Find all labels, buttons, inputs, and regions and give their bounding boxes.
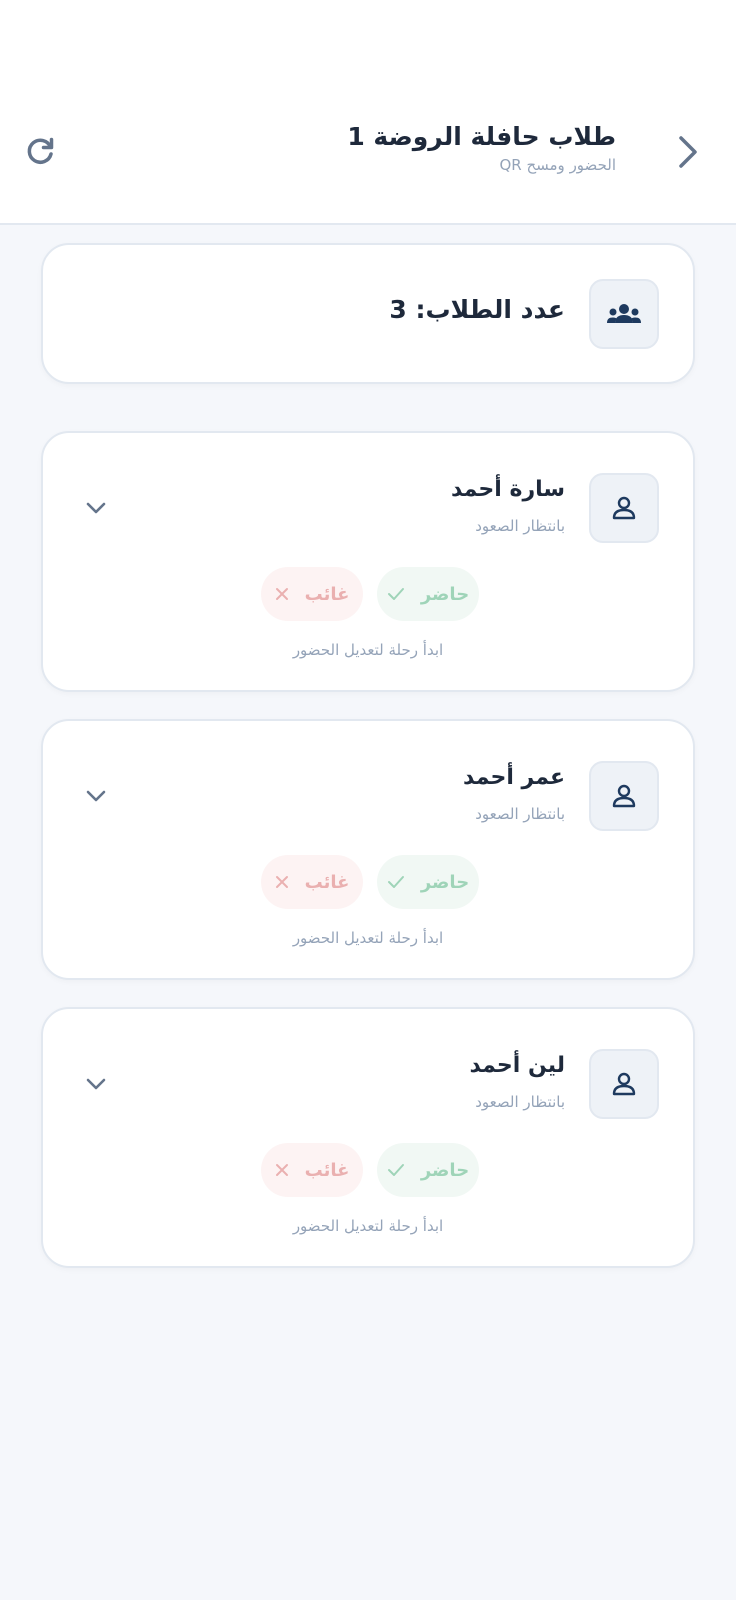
check-icon xyxy=(387,588,404,600)
attendance-hint: ابدأ رحلة لتعديل الحضور xyxy=(292,929,444,947)
user-icon xyxy=(612,1072,636,1096)
student-count-card: عدد الطلاب: 3 xyxy=(41,243,695,384)
app-header: طلاب حافلة الروضة 1 الحضور ومسح QR xyxy=(0,0,736,225)
refresh-icon xyxy=(27,137,54,164)
student-card[interactable]: سارة أحمد بانتظار الصعود حاضر غائب ابدأ … xyxy=(41,431,695,692)
close-icon xyxy=(275,1164,288,1176)
student-name: سارة أحمد xyxy=(450,477,565,502)
expand-button[interactable] xyxy=(81,781,111,811)
absent-label: غائب xyxy=(304,583,350,605)
refresh-button[interactable] xyxy=(18,128,64,174)
close-icon xyxy=(275,876,288,888)
student-status: بانتظار الصعود xyxy=(475,517,565,535)
attendance-hint: ابدأ رحلة لتعديل الحضور xyxy=(292,641,444,659)
student-name: عمر أحمد xyxy=(463,765,565,790)
chevron-right-icon xyxy=(679,136,697,168)
absent-label: غائب xyxy=(304,1159,350,1181)
header-title-group: طلاب حافلة الروضة 1 الحضور ومسح QR xyxy=(156,120,616,174)
user-icon xyxy=(612,784,636,808)
check-icon xyxy=(387,876,404,888)
mark-absent-button[interactable]: غائب xyxy=(261,855,363,909)
expand-button[interactable] xyxy=(81,1069,111,1099)
student-count-label: عدد الطلاب: 3 xyxy=(389,295,565,324)
expand-button[interactable] xyxy=(81,493,111,523)
user-icon xyxy=(612,496,636,520)
present-label: حاضر xyxy=(420,1159,470,1181)
mark-absent-button[interactable]: غائب xyxy=(261,1143,363,1197)
chevron-down-icon xyxy=(86,790,106,802)
student-avatar xyxy=(589,473,659,543)
mark-present-button[interactable]: حاضر xyxy=(377,855,479,909)
page-subtitle: الحضور ومسح QR xyxy=(499,156,616,174)
mark-absent-button[interactable]: غائب xyxy=(261,567,363,621)
student-card[interactable]: لين أحمد بانتظار الصعود حاضر غائب ابدأ ر… xyxy=(41,1007,695,1268)
close-icon xyxy=(275,588,288,600)
mark-present-button[interactable]: حاضر xyxy=(377,1143,479,1197)
student-status: بانتظار الصعود xyxy=(475,805,565,823)
absent-label: غائب xyxy=(304,871,350,893)
student-avatar xyxy=(589,1049,659,1119)
student-card[interactable]: عمر أحمد بانتظار الصعود حاضر غائب ابدأ ر… xyxy=(41,719,695,980)
present-label: حاضر xyxy=(420,871,470,893)
users-icon xyxy=(607,304,641,323)
student-name: لين أحمد xyxy=(469,1053,565,1078)
mark-present-button[interactable]: حاضر xyxy=(377,567,479,621)
page-title: طلاب حافلة الروضة 1 xyxy=(347,122,616,151)
present-label: حاضر xyxy=(420,583,470,605)
users-icon-box xyxy=(589,279,659,349)
student-status: بانتظار الصعود xyxy=(475,1093,565,1111)
check-icon xyxy=(387,1164,404,1176)
chevron-down-icon xyxy=(86,502,106,514)
back-button[interactable] xyxy=(666,130,710,174)
chevron-down-icon xyxy=(86,1078,106,1090)
attendance-hint: ابدأ رحلة لتعديل الحضور xyxy=(292,1217,444,1235)
student-avatar xyxy=(589,761,659,831)
